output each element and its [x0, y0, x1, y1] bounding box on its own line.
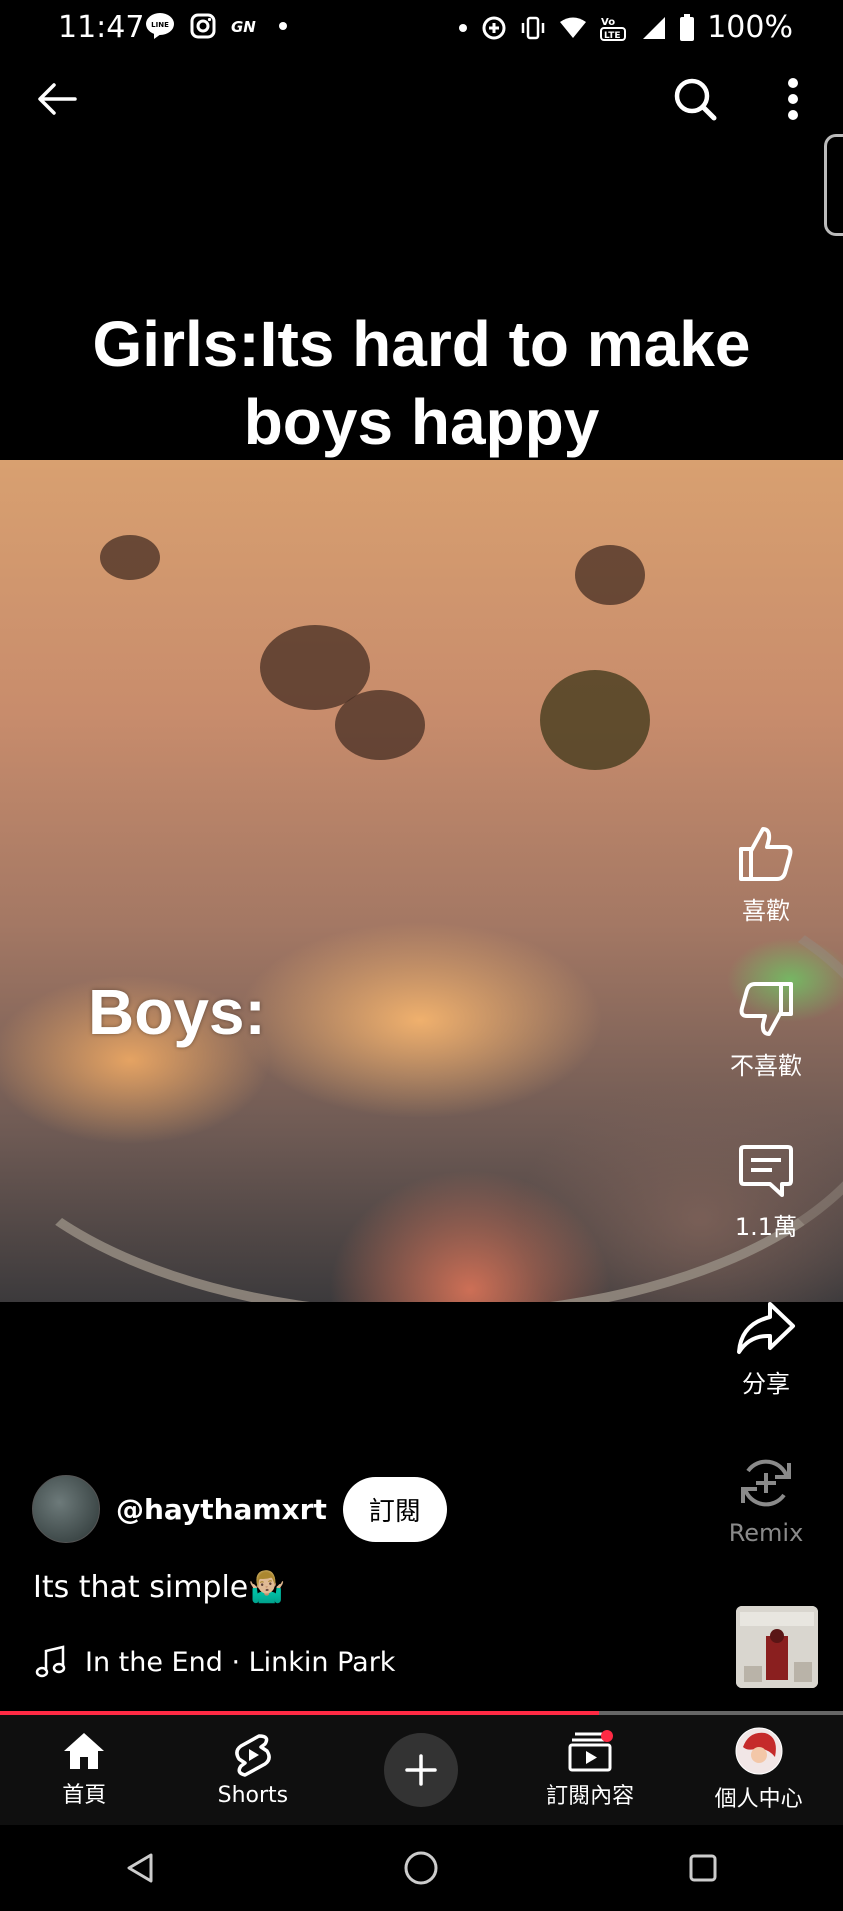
data-saver-icon — [481, 15, 507, 41]
nav-home-label: 首頁 — [62, 1783, 107, 1808]
album-art[interactable] — [736, 1606, 818, 1688]
status-time: 11:47 — [58, 10, 145, 45]
signal-icon — [641, 15, 667, 41]
dislike-label: 不喜歡 — [730, 1052, 802, 1080]
instagram-icon — [189, 12, 217, 40]
plus-icon — [404, 1753, 438, 1787]
side-panel-handle[interactable] — [824, 134, 843, 236]
more-vertical-icon — [787, 77, 799, 121]
svg-text:Vo: Vo — [601, 17, 615, 28]
nav-profile[interactable]: 個人中心 — [689, 1727, 829, 1813]
nav-subscriptions-label: 訂閱內容 — [546, 1784, 635, 1809]
subscribe-button[interactable]: 訂閱 — [342, 1476, 447, 1542]
nav-home[interactable]: 首頁 — [14, 1731, 154, 1809]
wifi-icon — [559, 16, 587, 40]
album-art-image — [736, 1606, 818, 1688]
dot-icon — [457, 22, 469, 34]
nav-shorts[interactable]: Shorts — [183, 1733, 323, 1808]
gn-icon: GN — [231, 16, 261, 36]
share-button[interactable]: 分享 — [711, 1300, 821, 1399]
home-icon — [62, 1731, 106, 1771]
battery-icon — [679, 13, 695, 42]
share-label: 分享 — [742, 1370, 790, 1398]
create-button[interactable] — [384, 1733, 459, 1807]
status-right-icons: Vo LTE 100% — [457, 10, 793, 45]
channel-row: @haythamxrt 訂閱 — [32, 1475, 447, 1543]
thumbs-down-icon — [737, 980, 795, 1038]
headline-line-2: boys happy — [243, 386, 600, 458]
system-back-icon[interactable] — [123, 1851, 157, 1885]
comments-count: 1.1萬 — [734, 1213, 798, 1241]
video-overlay-text: Boys: — [88, 976, 266, 1048]
subscriptions-icon — [567, 1730, 614, 1772]
nav-subscriptions[interactable]: 訂閱內容 — [520, 1730, 660, 1810]
share-icon — [736, 1300, 796, 1356]
video-caption[interactable]: Its that simple🤷🏼‍♂️ — [33, 1570, 286, 1605]
video-blob — [335, 690, 425, 760]
more-options-button[interactable] — [758, 64, 828, 134]
like-label: 喜歡 — [742, 897, 790, 925]
back-button[interactable] — [22, 64, 92, 134]
like-button[interactable]: 喜歡 — [711, 825, 821, 926]
headline-line-1: Girls:Its hard to make — [92, 308, 751, 380]
video-headline: Girls:Its hard to make boys happy — [0, 305, 843, 461]
remix-button[interactable]: Remix — [711, 1455, 821, 1547]
dot-icon — [275, 18, 291, 34]
volte-icon: Vo LTE — [599, 14, 629, 42]
channel-handle[interactable]: @haythamxrt — [116, 1493, 327, 1526]
svg-text:GN: GN — [231, 18, 256, 36]
music-track: In the End · Linkin Park — [85, 1646, 396, 1678]
channel-avatar[interactable] — [32, 1475, 100, 1543]
nav-profile-label: 個人中心 — [714, 1787, 803, 1812]
svg-text:LINE: LINE — [151, 21, 169, 29]
music-note-icon — [35, 1645, 67, 1679]
system-nav-bar — [0, 1825, 843, 1911]
remix-icon — [738, 1455, 794, 1511]
comments-button[interactable]: 1.1萬 — [711, 1143, 821, 1242]
system-recents-icon[interactable] — [686, 1851, 720, 1885]
svg-text:LTE: LTE — [604, 31, 621, 41]
arrow-left-icon — [37, 82, 77, 116]
video-blob — [575, 545, 645, 605]
nav-shorts-label: Shorts — [217, 1782, 289, 1808]
music-row[interactable]: In the End · Linkin Park — [35, 1645, 395, 1679]
video-blob — [540, 670, 650, 770]
dislike-button[interactable]: 不喜歡 — [711, 980, 821, 1081]
search-button[interactable] — [660, 64, 730, 134]
comment-icon — [738, 1143, 794, 1199]
line-icon: LINE — [145, 12, 175, 40]
status-bar: 11:47 LINE GN Vo LTE 100% — [0, 0, 843, 56]
video-blob — [100, 535, 160, 580]
battery-percent: 100% — [707, 10, 793, 45]
shorts-icon — [233, 1733, 273, 1777]
system-home-icon[interactable] — [402, 1849, 440, 1887]
bottom-nav: 首頁 Shorts 訂閱內容 個人中心 — [0, 1715, 843, 1825]
status-notification-icons: LINE GN — [145, 12, 291, 40]
vibrate-icon — [519, 15, 547, 41]
nav-create[interactable] — [351, 1733, 491, 1807]
thumbs-up-icon — [737, 825, 795, 883]
search-icon — [672, 76, 718, 122]
remix-label: Remix — [728, 1519, 804, 1547]
profile-avatar-icon — [735, 1727, 783, 1775]
